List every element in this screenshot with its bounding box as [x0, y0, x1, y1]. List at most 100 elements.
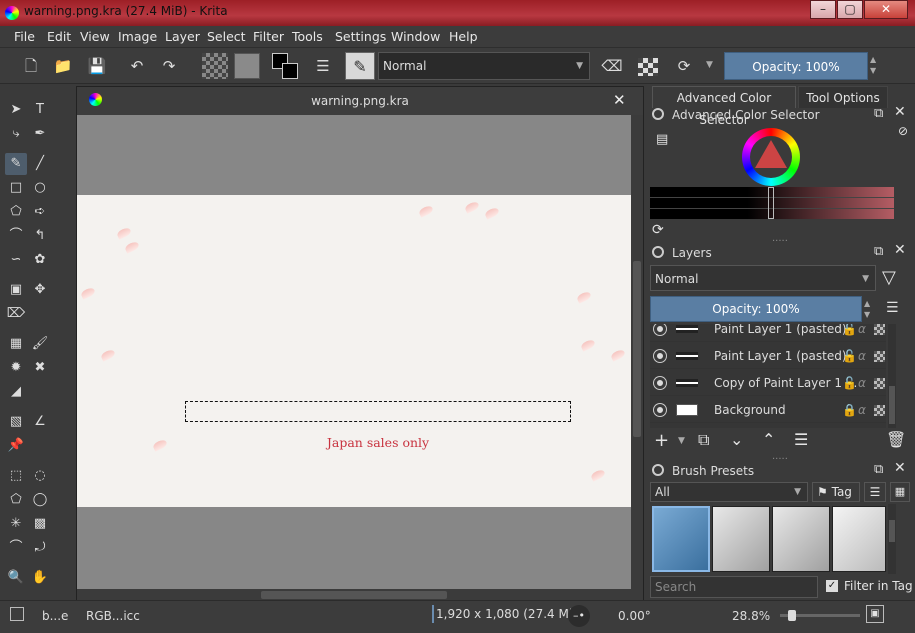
preset-scrollbar[interactable] [888, 504, 896, 574]
reference-tool-icon[interactable]: 📌 [5, 435, 27, 457]
calligraphy-tool-icon[interactable]: ✒ [29, 123, 51, 145]
lock-icon[interactable]: 🔒 [842, 397, 857, 423]
freehand-brush-tool-icon[interactable]: ✎ [5, 153, 27, 175]
opacity-spinner-icon[interactable]: ▲ ▼ [870, 54, 880, 76]
crop-tool-icon[interactable]: ⌦ [5, 303, 27, 325]
contiguous-select-tool-icon[interactable]: ✳ [5, 513, 27, 535]
canvas-only-toggle-icon[interactable]: ▣ [866, 605, 884, 623]
line-tool-icon[interactable]: ╱ [29, 153, 51, 175]
pattern-selector-icon[interactable] [234, 53, 260, 79]
layer-row[interactable]: Paint Layer 1 (pasted) 🔓 α [650, 324, 886, 342]
multibrush-tool-icon[interactable]: ✿ [29, 249, 51, 271]
layer-menu-icon[interactable]: ☰ [886, 300, 899, 316]
selection-marquee[interactable] [185, 401, 571, 422]
pan-tool-icon[interactable]: ✋ [29, 567, 51, 589]
float-docker-icon[interactable]: ⧉ [874, 106, 883, 121]
duplicate-layer-icon[interactable]: ⧉ [698, 430, 709, 450]
brush-preset-item[interactable] [832, 506, 886, 572]
eraser-icon[interactable]: ⌫ [599, 53, 625, 79]
fg-bg-color-icon[interactable] [272, 53, 298, 79]
visibility-eye-icon[interactable] [654, 350, 666, 362]
bezier-select-tool-icon[interactable]: ⌒ [5, 537, 27, 559]
tag-button[interactable]: ⚑ Tag [812, 482, 860, 502]
gradient-selector-icon[interactable] [202, 53, 228, 79]
dynamic-brush-tool-icon[interactable]: ∽ [5, 249, 27, 271]
move-layer-down-icon[interactable]: ⌄ [730, 430, 743, 449]
edit-shapes-tool-icon[interactable]: ⤷ [5, 123, 27, 145]
layer-filter-icon[interactable]: ▽ [882, 267, 896, 288]
menu-layer[interactable]: Layer [165, 29, 200, 44]
color-sliders[interactable] [650, 187, 894, 219]
brush-settings-icon[interactable]: ☰ [310, 53, 336, 79]
canvas[interactable]: Japan sales only [77, 115, 631, 589]
color-picker-tool-icon[interactable]: 🖌 [29, 333, 51, 355]
rotation-dial-icon[interactable]: –• [568, 605, 590, 627]
chevron-down-icon[interactable]: ▼ [706, 60, 713, 70]
preset-pin-icon[interactable]: ▦ [890, 482, 910, 502]
lock-docker-icon[interactable] [652, 246, 664, 258]
pattern-fill-tool-icon[interactable]: ◢ [5, 381, 27, 403]
layer-blend-mode-select[interactable]: Normal ▼ [650, 265, 876, 291]
polygon-select-tool-icon[interactable]: ⬠ [5, 489, 27, 511]
new-document-icon[interactable]: 🗋 [18, 53, 44, 79]
alpha-lock-icon[interactable]: α [858, 397, 866, 423]
brush-preset-item[interactable] [712, 506, 770, 572]
measure-tool-icon[interactable]: ∠ [29, 411, 51, 433]
color-settings-icon[interactable]: ▤ [656, 132, 668, 147]
delete-layer-icon[interactable]: 🗑 [886, 430, 906, 449]
docker-resize-handle[interactable]: ····· [772, 236, 788, 247]
menu-settings[interactable]: Settings [335, 29, 386, 44]
color-triangle[interactable] [755, 140, 787, 168]
float-docker-icon[interactable]: ⧉ [874, 244, 883, 259]
magnetic-select-tool-icon[interactable]: ⤾ [29, 537, 51, 559]
maximize-button[interactable]: ▢ [837, 0, 863, 19]
smart-patch-tool-icon[interactable]: ✹ [5, 357, 27, 379]
docker-resize-handle[interactable]: ····· [772, 454, 788, 465]
close-document-icon[interactable]: ✕ [613, 91, 626, 109]
no-entry-icon[interactable]: ⊘ [898, 124, 908, 138]
layer-list-scrollbar[interactable] [888, 324, 896, 428]
alpha-lock-icon[interactable]: α [858, 370, 866, 396]
zoom-slider[interactable] [780, 610, 860, 621]
blend-mode-select[interactable]: Normal ▼ [378, 52, 590, 80]
inherit-alpha-icon[interactable] [874, 378, 885, 389]
layer-opacity-slider[interactable]: Opacity: 100% [650, 296, 862, 322]
close-docker-icon[interactable]: ✕ [894, 242, 906, 258]
open-document-icon[interactable]: 📁 [50, 53, 76, 79]
layer-properties-icon[interactable]: ☰ [794, 430, 808, 449]
visibility-eye-icon[interactable] [654, 404, 666, 416]
vertical-scroll-thumb[interactable] [633, 261, 641, 437]
preset-view-menu-icon[interactable]: ☰ [864, 482, 886, 502]
close-window-button[interactable]: ✕ [864, 0, 908, 19]
brush-preset-item[interactable] [652, 506, 710, 572]
undo-icon[interactable]: ↶ [124, 53, 150, 79]
visibility-eye-icon[interactable] [654, 377, 666, 389]
brush-tag-filter-select[interactable]: All ▼ [650, 482, 808, 502]
reload-preset-icon[interactable]: ⟳ [671, 53, 697, 79]
vertical-scrollbar[interactable] [631, 115, 643, 589]
opacity-spinner-icon[interactable]: ▲ ▼ [864, 298, 870, 320]
close-docker-icon[interactable]: ✕ [894, 460, 906, 476]
brush-preset-icon[interactable]: ✎ [345, 52, 375, 80]
lock-icon[interactable]: 🔓 [842, 370, 857, 396]
menu-view[interactable]: View [80, 29, 110, 44]
ellipse-tool-icon[interactable]: ○ [29, 177, 51, 199]
menu-edit[interactable]: Edit [47, 29, 71, 44]
ellipse-select-tool-icon[interactable]: ◌ [29, 465, 51, 487]
float-docker-icon[interactable]: ⧉ [874, 462, 883, 477]
filter-in-tag-checkbox[interactable]: ✓ [826, 580, 838, 592]
inherit-alpha-icon[interactable] [874, 405, 885, 416]
opacity-slider[interactable]: Opacity: 100% [724, 52, 868, 80]
bezier-tool-icon[interactable]: ⌒ [5, 225, 27, 247]
close-docker-icon[interactable]: ✕ [894, 104, 906, 120]
menu-filter[interactable]: Filter [253, 29, 284, 44]
menu-image[interactable]: Image [118, 29, 157, 44]
transform-tool-icon[interactable]: ▣ [5, 279, 27, 301]
similar-select-tool-icon[interactable]: ▩ [29, 513, 51, 535]
menu-tools[interactable]: Tools [292, 29, 323, 44]
add-layer-icon[interactable]: + [654, 430, 669, 451]
horizontal-scroll-thumb[interactable] [261, 591, 447, 599]
hue-ring[interactable] [742, 128, 800, 186]
zoom-tool-icon[interactable]: 🔍 [5, 567, 27, 589]
tab-advanced-color-selector[interactable]: Advanced Color Selector [652, 86, 796, 127]
